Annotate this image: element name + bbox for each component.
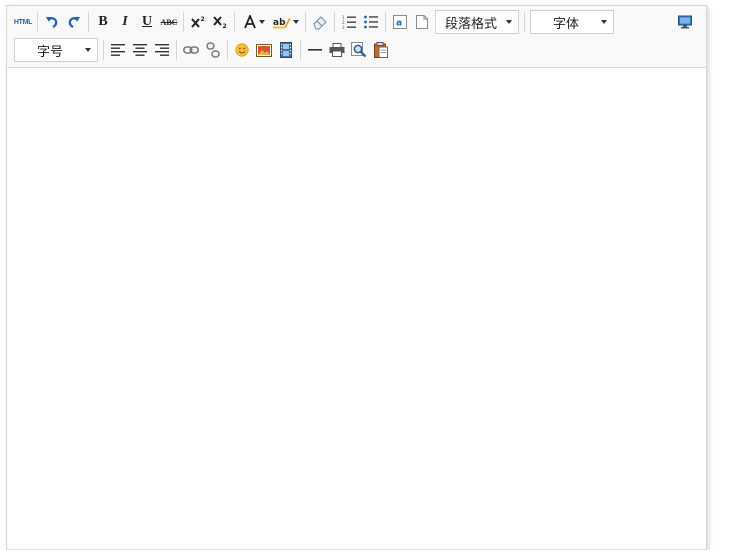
chevron-down-icon bbox=[85, 48, 91, 52]
highlight-color-button[interactable]: ab bbox=[271, 12, 301, 32]
svg-text:2: 2 bbox=[223, 23, 227, 29]
ordered-list-icon: 1 2 3 bbox=[342, 15, 356, 29]
clipboard-icon bbox=[374, 42, 388, 58]
undo-icon bbox=[46, 17, 58, 28]
link-icon bbox=[183, 46, 199, 54]
toolbar-separator bbox=[176, 40, 177, 60]
font-size-select[interactable]: 字号 bbox=[14, 38, 98, 62]
toolbar-separator bbox=[300, 40, 301, 60]
undo-button[interactable] bbox=[42, 12, 62, 32]
unordered-list-button[interactable] bbox=[361, 12, 381, 32]
image-icon bbox=[256, 43, 272, 57]
subscript-button[interactable]: 2 bbox=[210, 12, 230, 32]
toolbar-separator bbox=[227, 40, 228, 60]
paragraph-format-label: 段落格式 bbox=[444, 15, 497, 31]
unlink-icon bbox=[206, 42, 220, 58]
underline-button[interactable]: U bbox=[137, 12, 157, 32]
toolbar-separator bbox=[334, 12, 335, 32]
align-center-button[interactable] bbox=[130, 40, 150, 60]
magnifier-icon bbox=[351, 42, 367, 58]
eraser-icon bbox=[313, 16, 327, 30]
bold-icon: B bbox=[98, 14, 108, 29]
svg-text:3: 3 bbox=[342, 25, 345, 29]
superscript-icon: 2 bbox=[191, 16, 205, 28]
new-document-button[interactable] bbox=[412, 12, 432, 32]
italic-button[interactable]: I bbox=[115, 12, 135, 32]
preview-button[interactable] bbox=[349, 40, 369, 60]
font-color-button[interactable] bbox=[239, 12, 269, 32]
font-size-label: 字号 bbox=[36, 43, 63, 59]
monitor-icon bbox=[678, 15, 692, 29]
editor-toolbar: HTML B I U ABC 2 2 ab 1 2 3 a 段落格式 字体 字号 bbox=[7, 6, 706, 68]
align-left-icon bbox=[111, 44, 125, 56]
svg-text:a: a bbox=[396, 19, 402, 29]
align-center-icon bbox=[133, 44, 147, 56]
clear-format-button[interactable] bbox=[310, 12, 330, 32]
printer-icon bbox=[329, 43, 345, 57]
document-icon bbox=[416, 15, 428, 29]
strikethrough-icon: ABC bbox=[160, 17, 178, 27]
ordered-list-button[interactable]: 1 2 3 bbox=[339, 12, 359, 32]
align-left-button[interactable] bbox=[108, 40, 128, 60]
strikethrough-button[interactable]: ABC bbox=[159, 12, 179, 32]
toolbar-row-1: HTML B I U ABC 2 2 ab 1 2 3 a 段落格式 字体 bbox=[12, 9, 616, 35]
font-family-select[interactable]: 字体 bbox=[530, 10, 614, 34]
align-right-button[interactable] bbox=[152, 40, 172, 60]
align-right-icon bbox=[155, 44, 169, 56]
fullscreen-button[interactable] bbox=[675, 12, 695, 32]
chevron-down-icon bbox=[293, 20, 299, 24]
redo-icon bbox=[68, 17, 80, 28]
editor-content-area[interactable] bbox=[7, 68, 706, 549]
chevron-down-icon bbox=[506, 20, 512, 24]
toolbar-separator bbox=[305, 12, 306, 32]
insert-video-button[interactable] bbox=[276, 40, 296, 60]
film-icon bbox=[280, 42, 292, 58]
font-color-icon bbox=[244, 15, 256, 29]
horizontal-rule-icon bbox=[308, 49, 322, 51]
toolbar-separator bbox=[37, 12, 38, 32]
insert-image-button[interactable] bbox=[254, 40, 274, 60]
toolbar-separator bbox=[103, 40, 104, 60]
svg-text:2: 2 bbox=[201, 16, 205, 23]
redo-button[interactable] bbox=[64, 12, 84, 32]
italic-icon: I bbox=[122, 14, 128, 29]
paragraph-format-select[interactable]: 段落格式 bbox=[435, 10, 519, 34]
paste-button[interactable] bbox=[371, 40, 391, 60]
emoticon-button[interactable] bbox=[232, 40, 252, 60]
font-family-label: 字体 bbox=[552, 15, 579, 31]
html-source-button[interactable]: HTML bbox=[13, 12, 33, 32]
toolbar-row-2: 字号 bbox=[12, 37, 392, 63]
chevron-down-icon bbox=[601, 20, 607, 24]
toolbar-separator bbox=[183, 12, 184, 32]
chevron-down-icon bbox=[259, 20, 265, 24]
unlink-button[interactable] bbox=[203, 40, 223, 60]
bold-button[interactable]: B bbox=[93, 12, 113, 32]
insert-link-button[interactable] bbox=[181, 40, 201, 60]
smiley-icon bbox=[235, 43, 249, 57]
select-all-icon: a bbox=[393, 15, 407, 29]
horizontal-rule-button[interactable] bbox=[305, 40, 325, 60]
toolbar-separator bbox=[524, 12, 525, 32]
print-button[interactable] bbox=[327, 40, 347, 60]
toolbar-separator bbox=[234, 12, 235, 32]
html-icon: HTML bbox=[13, 18, 33, 26]
highlight-icon: ab bbox=[273, 18, 291, 29]
toolbar-separator bbox=[385, 12, 386, 32]
underline-icon: U bbox=[141, 14, 153, 29]
select-all-button[interactable]: a bbox=[390, 12, 410, 32]
unordered-list-icon bbox=[364, 15, 378, 29]
rich-text-editor: HTML B I U ABC 2 2 ab 1 2 3 a 段落格式 字体 字号 bbox=[6, 5, 707, 550]
subscript-icon: 2 bbox=[213, 16, 227, 29]
superscript-button[interactable]: 2 bbox=[188, 12, 208, 32]
toolbar-separator bbox=[88, 12, 89, 32]
